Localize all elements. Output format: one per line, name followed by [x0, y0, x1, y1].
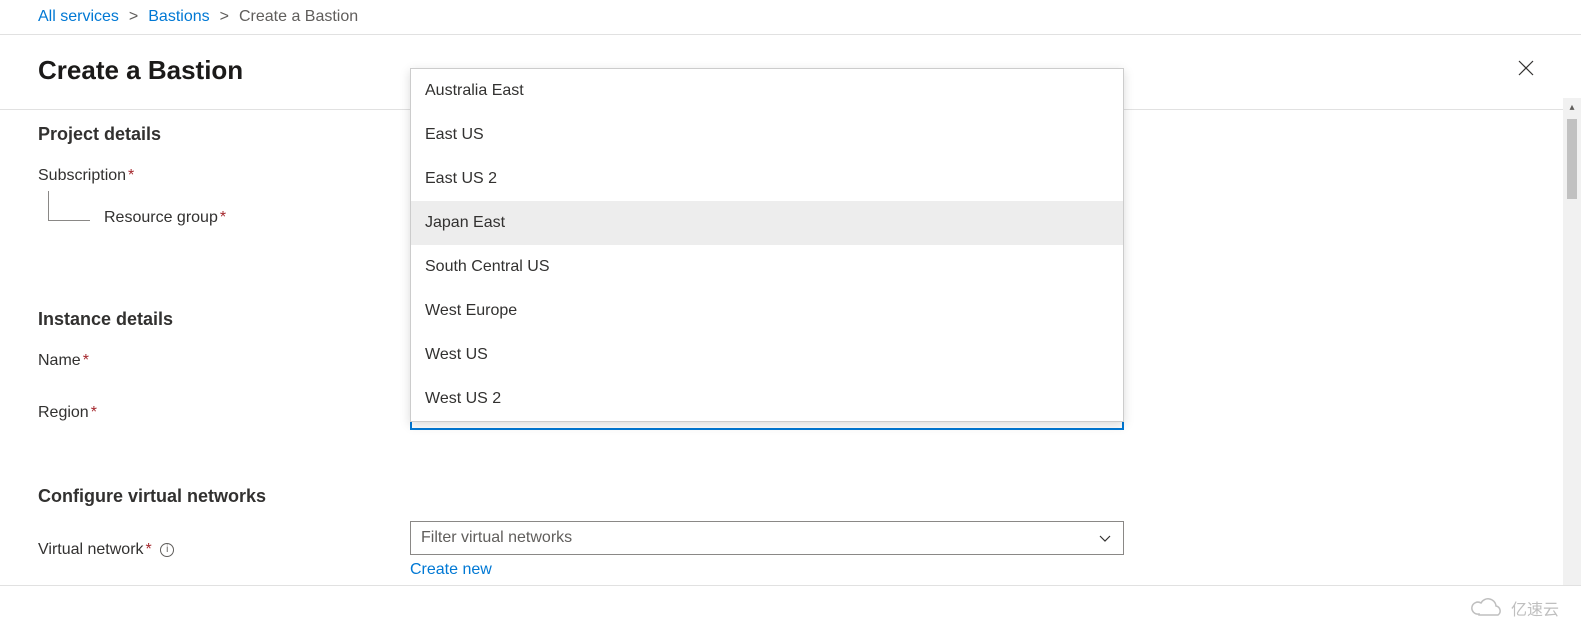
region-dropdown-list[interactable]: Australia EastEast USEast US 2Japan East…: [411, 69, 1123, 421]
info-icon[interactable]: i: [160, 543, 174, 557]
breadcrumb-current: Create a Bastion: [239, 8, 358, 26]
virtual-network-combobox[interactable]: [410, 521, 1124, 555]
watermark-text: 亿速云: [1511, 596, 1559, 620]
cloud-icon: [1471, 598, 1505, 618]
region-option[interactable]: West US: [411, 333, 1123, 377]
required-indicator: *: [83, 352, 89, 369]
breadcrumb-link-bastions[interactable]: Bastions: [148, 8, 209, 26]
required-indicator: *: [91, 404, 97, 421]
resource-group-label: Resource group: [104, 209, 218, 226]
breadcrumb: All services > Bastions > Create a Basti…: [0, 0, 1581, 35]
region-option[interactable]: Japan East: [411, 201, 1123, 245]
region-option[interactable]: East US: [411, 113, 1123, 157]
breadcrumb-link-all-services[interactable]: All services: [38, 8, 119, 26]
page-title: Create a Bastion: [38, 55, 243, 86]
bottom-divider: [0, 585, 1581, 586]
region-option[interactable]: Australia East: [411, 69, 1123, 113]
region-option[interactable]: West Europe: [411, 289, 1123, 333]
breadcrumb-separator: >: [220, 8, 229, 26]
tree-connector-icon: [48, 191, 90, 221]
subscription-label: Subscription: [38, 167, 126, 184]
section-title-virtual-networks: Configure virtual networks: [38, 486, 1527, 507]
region-option[interactable]: East US 2: [411, 157, 1123, 201]
scroll-thumb[interactable]: [1567, 119, 1577, 199]
page-scrollbar[interactable]: ▴: [1563, 98, 1581, 586]
name-label: Name: [38, 352, 81, 369]
watermark: 亿速云: [1471, 596, 1559, 620]
scroll-up-arrow-icon[interactable]: ▴: [1569, 98, 1574, 117]
required-indicator: *: [220, 209, 226, 226]
breadcrumb-separator: >: [129, 8, 138, 26]
create-new-link[interactable]: Create new: [410, 561, 492, 579]
chevron-down-icon: [1097, 530, 1113, 546]
region-option[interactable]: West US 2: [411, 377, 1123, 421]
virtual-network-label: Virtual network: [38, 541, 144, 558]
required-indicator: *: [146, 541, 152, 558]
field-virtual-network: Virtual network* i Create new: [38, 521, 1527, 579]
region-label: Region: [38, 404, 89, 421]
region-option[interactable]: South Central US: [411, 245, 1123, 289]
region-dropdown-panel: Australia EastEast USEast US 2Japan East…: [410, 68, 1124, 422]
close-button[interactable]: [1509, 53, 1543, 87]
required-indicator: *: [128, 167, 134, 184]
close-icon: [1517, 59, 1535, 77]
virtual-network-input[interactable]: [421, 529, 1097, 547]
